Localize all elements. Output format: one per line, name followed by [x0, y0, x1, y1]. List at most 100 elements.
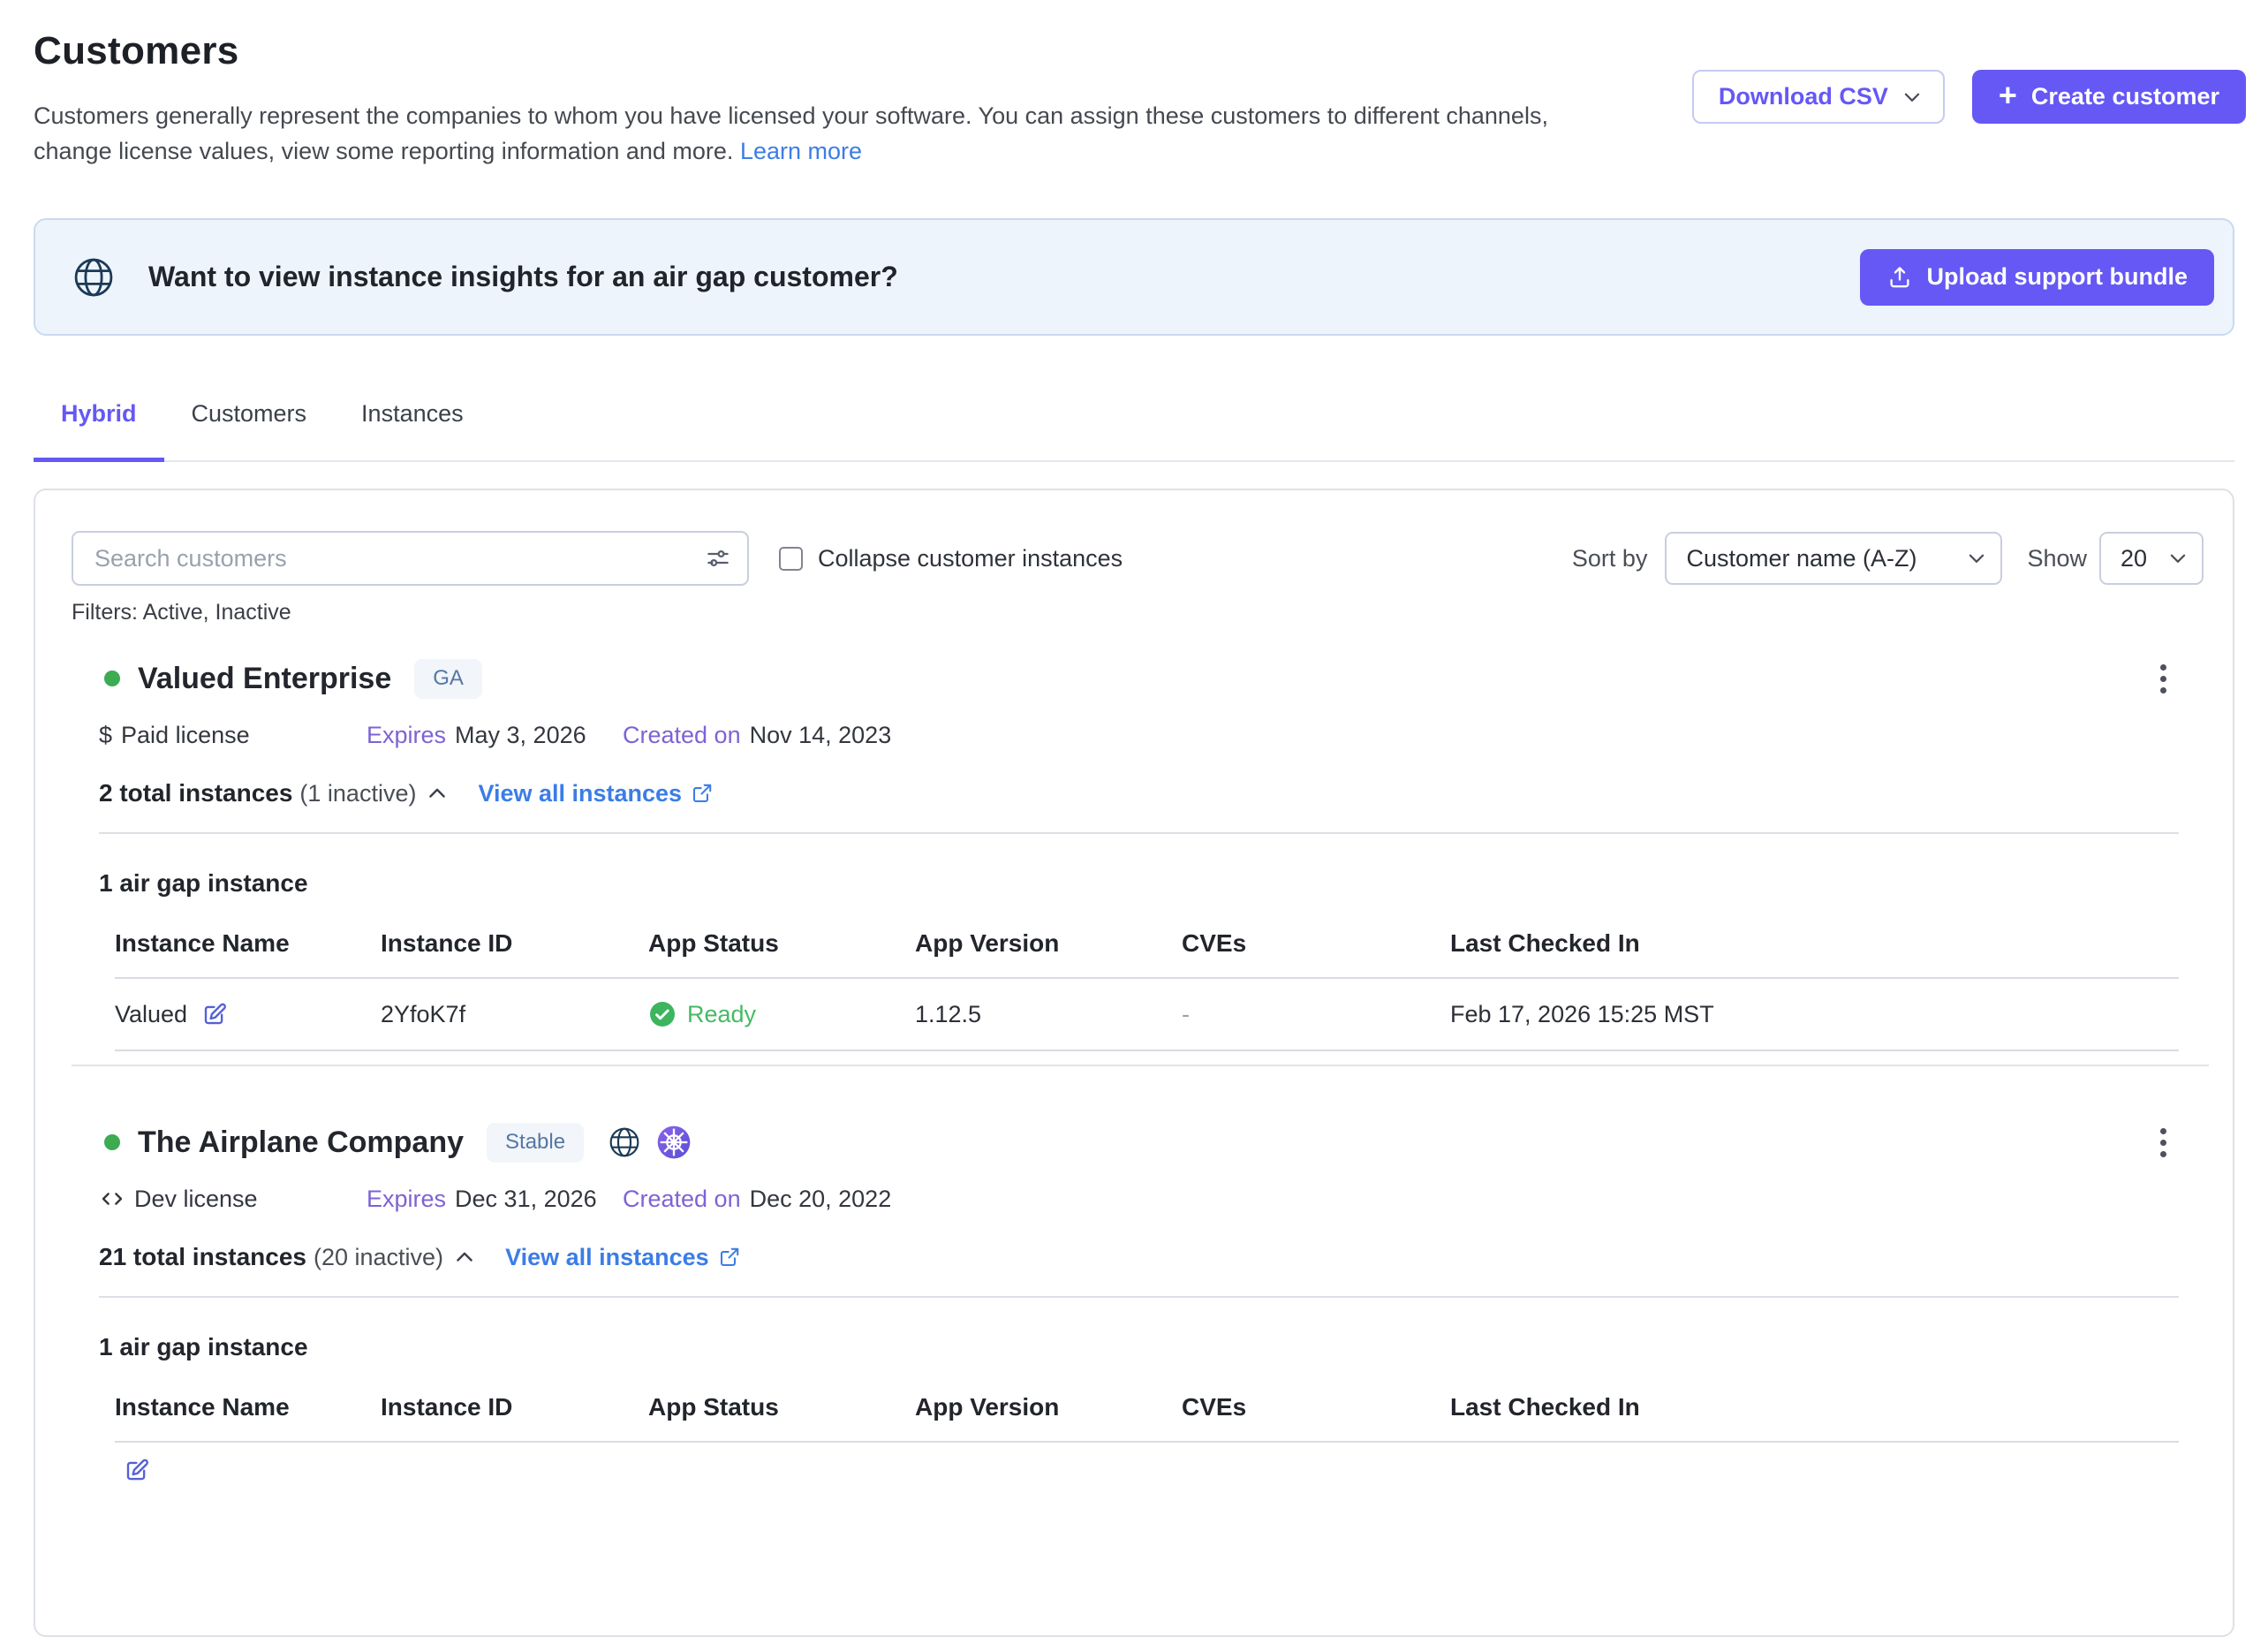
airgap-insights-banner: Want to view instance insights for an ai… [34, 218, 2234, 336]
chevron-down-icon [2166, 547, 2189, 570]
learn-more-link[interactable]: Learn more [740, 138, 862, 164]
active-status-dot [104, 1134, 120, 1150]
instances-table: Instance Name Instance ID App Status App… [115, 929, 2179, 1051]
customer-name[interactable]: The Airplane Company [138, 1125, 464, 1160]
show-label: Show [2027, 545, 2087, 572]
col-instance-name: Instance Name [115, 929, 381, 958]
created-item: Created on Nov 14, 2023 [623, 717, 2179, 753]
tab-instances[interactable]: Instances [334, 389, 491, 462]
airgap-instances-heading: 1 air gap instance [99, 1333, 2179, 1361]
instance-name-cell: Valued [115, 1000, 381, 1028]
upload-support-bundle-button[interactable]: Upload support bundle [1860, 249, 2214, 306]
sort-selected-value: Customer name (A-Z) [1686, 545, 1916, 572]
external-link-icon [718, 1246, 741, 1269]
instances-total: 2 total instances [99, 774, 292, 813]
customer-meta: Dev license Expires Dec 31, 2026 Created… [99, 1181, 2179, 1216]
chevron-up-icon [425, 781, 450, 806]
collapse-instances-label: Collapse customer instances [818, 545, 1123, 572]
edit-icon[interactable] [124, 1457, 150, 1483]
active-status-dot [104, 671, 120, 686]
collapse-section-button[interactable] [423, 779, 451, 807]
cves-cell: - [1182, 1000, 1450, 1028]
customer-section-valued-enterprise: Valued Enterprise GA $ Paid license Expi… [99, 654, 2179, 1051]
instances-inactive: (1 inactive) [299, 774, 416, 813]
col-last-checked-in: Last Checked In [1450, 929, 2179, 958]
license-type-label: Dev license [134, 1181, 258, 1216]
airgap-globe-icon [607, 1125, 642, 1160]
instance-name: Valued [115, 1000, 187, 1028]
banner-title: Want to view instance insights for an ai… [148, 261, 898, 293]
active-filters-text: Filters: Active, Inactive [35, 600, 2233, 625]
page-description: Customers generally represent the compan… [34, 98, 1623, 169]
tab-bar: Hybrid Customers Instances [34, 389, 2234, 462]
plus-icon: + [1999, 80, 2017, 111]
table-row-cutoff [124, 1457, 2179, 1492]
customers-page: Customers Download CSV + Create customer… [0, 0, 2268, 1474]
list-toolbar: Collapse customer instances Sort by Cust… [35, 490, 2233, 586]
customers-card: Collapse customer instances Sort by Cust… [34, 489, 2234, 1637]
toolbar-right: Sort by Customer name (A-Z) Show 20 [1572, 532, 2204, 585]
customer-meta: $ Paid license Expires May 3, 2026 Creat… [99, 717, 2179, 753]
instances-table: Instance Name Instance ID App Status App… [115, 1393, 2179, 1492]
collapse-instances-control: Collapse customer instances [779, 545, 1123, 572]
check-circle-icon [648, 1000, 677, 1028]
license-type-label: Paid license [121, 717, 250, 753]
section-divider [99, 832, 2179, 834]
expires-item: Expires May 3, 2026 [367, 717, 623, 753]
customer-header: The Airplane Company Stable [99, 1118, 2179, 1167]
license-type-item: $ Paid license [99, 717, 367, 753]
customer-name[interactable]: Valued Enterprise [138, 662, 391, 696]
paid-license-icon: $ [99, 717, 112, 753]
chevron-up-icon [452, 1245, 477, 1269]
col-app-status: App Status [648, 1393, 915, 1421]
expires-value: Dec 31, 2026 [455, 1181, 597, 1216]
created-on-label: Created on [623, 1181, 741, 1216]
created-item: Created on Dec 20, 2022 [623, 1181, 2179, 1216]
search-input[interactable] [93, 544, 705, 573]
col-instance-id: Instance ID [381, 1393, 648, 1421]
table-row: Valued 2YfoK7f Ready 1.12.5 - Feb 17, 20… [115, 979, 2179, 1051]
helm-kubernetes-icon [656, 1125, 692, 1160]
show-count-select[interactable]: 20 [2099, 532, 2204, 585]
show-selected-value: 20 [2121, 545, 2147, 572]
download-csv-label: Download CSV [1719, 83, 1888, 110]
view-all-instances-link[interactable]: View all instances [478, 774, 714, 813]
collapse-instances-checkbox[interactable] [779, 547, 803, 571]
instances-table-header: Instance Name Instance ID App Status App… [115, 929, 2179, 979]
collapse-section-button[interactable] [450, 1243, 479, 1271]
channel-badge: GA [414, 659, 482, 699]
filter-sliders-icon[interactable] [705, 545, 731, 572]
col-app-version: App Version [915, 1393, 1182, 1421]
customer-divider [72, 1065, 2209, 1066]
col-cves: CVEs [1182, 1393, 1450, 1421]
expires-label: Expires [367, 717, 446, 753]
tab-customers[interactable]: Customers [164, 389, 335, 462]
edit-icon[interactable] [201, 1001, 228, 1027]
expires-item: Expires Dec 31, 2026 [367, 1181, 623, 1216]
instance-id-cell: 2YfoK7f [381, 1000, 648, 1028]
header-actions: Download CSV + Create customer [1692, 70, 2246, 124]
create-customer-button[interactable]: + Create customer [1972, 70, 2246, 124]
upload-icon [1886, 264, 1913, 291]
chevron-down-icon [1965, 547, 1988, 570]
chevron-down-icon [1901, 86, 1924, 109]
customer-section-airplane-company: The Airplane Company Stable [99, 1118, 2179, 1492]
last-checked-in-cell: Feb 17, 2026 15:25 MST [1450, 1000, 2179, 1028]
search-box [72, 531, 749, 586]
sort-select[interactable]: Customer name (A-Z) [1665, 532, 2002, 585]
instances-inactive: (20 inactive) [314, 1238, 443, 1277]
view-all-instances-link[interactable]: View all instances [505, 1238, 741, 1277]
channel-badge: Stable [487, 1123, 584, 1163]
page-header: Customers Download CSV + Create customer… [0, 0, 2268, 169]
customer-menu-button[interactable] [2148, 656, 2179, 702]
tab-hybrid[interactable]: Hybrid [34, 389, 164, 462]
col-app-version: App Version [915, 929, 1182, 958]
dev-license-icon [99, 1186, 125, 1212]
col-last-checked-in: Last Checked In [1450, 1393, 2179, 1421]
upload-support-bundle-label: Upload support bundle [1927, 263, 2188, 291]
col-instance-name: Instance Name [115, 1393, 381, 1421]
section-divider [99, 1296, 2179, 1298]
customer-header: Valued Enterprise GA [99, 654, 2179, 703]
customer-menu-button[interactable] [2148, 1119, 2179, 1166]
download-csv-button[interactable]: Download CSV [1692, 70, 1945, 124]
